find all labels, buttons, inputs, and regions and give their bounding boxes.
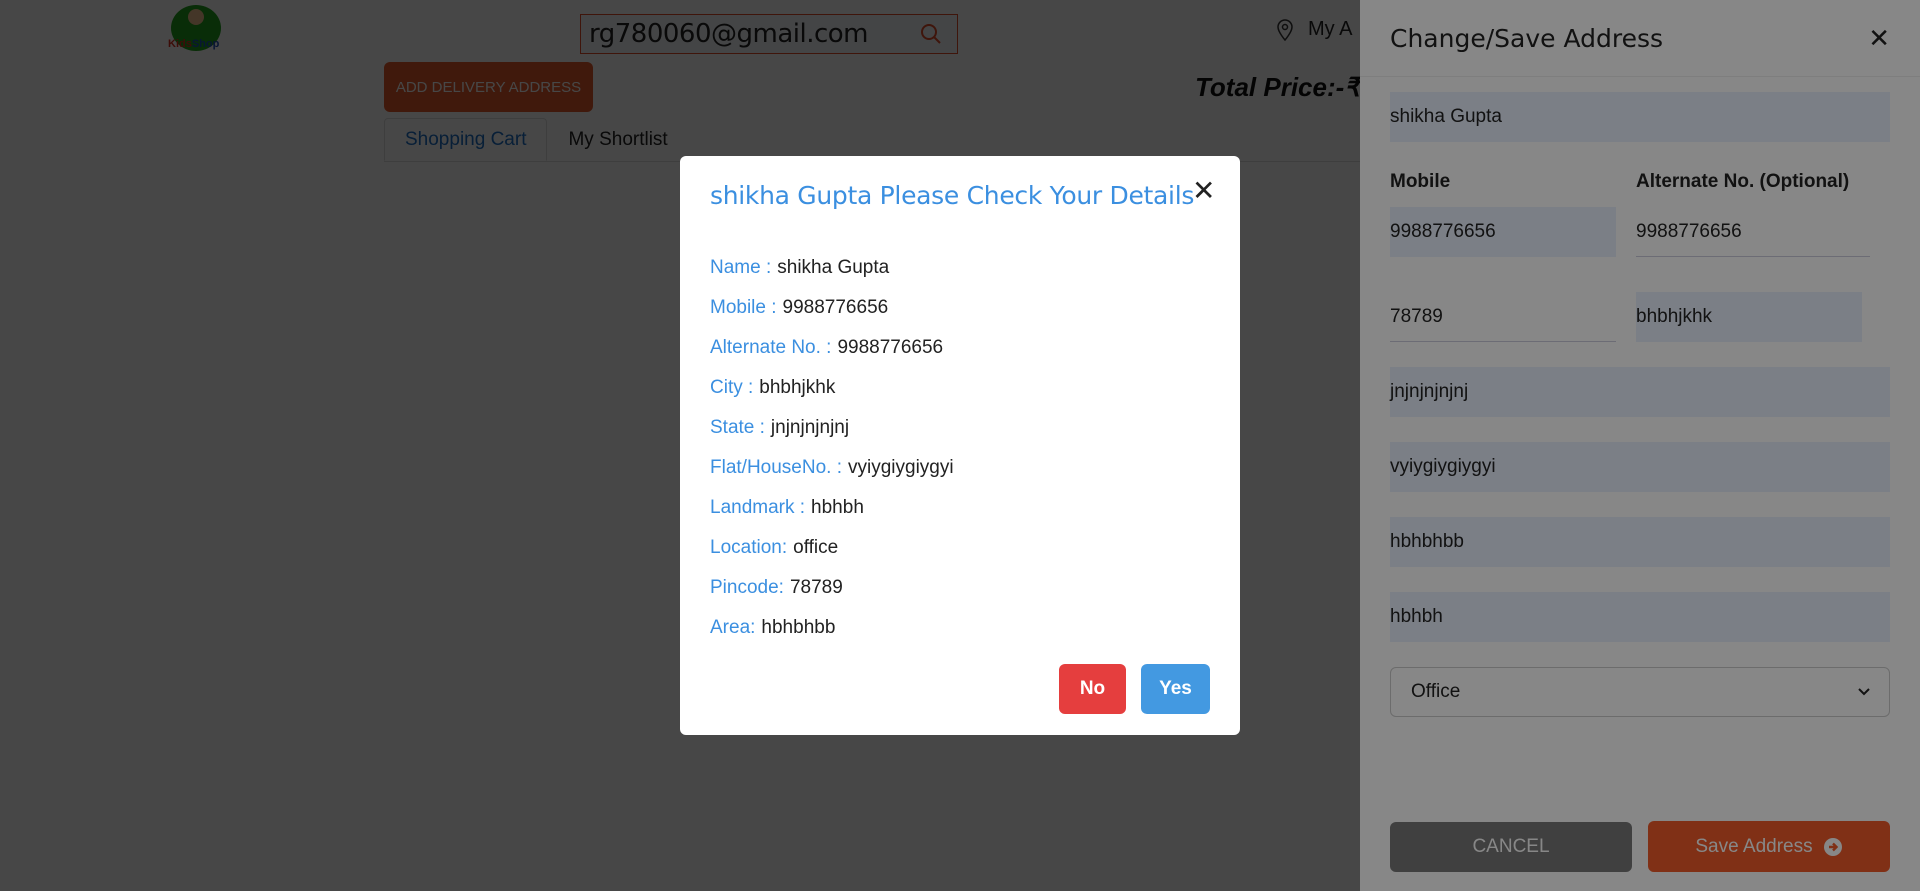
detail-value: 9988776656 <box>837 337 944 358</box>
detail-key: Mobile : <box>710 297 777 318</box>
detail-row-location: Location: office <box>710 528 954 568</box>
detail-value: hbhbhbb <box>761 617 836 638</box>
detail-value: 78789 <box>789 577 843 598</box>
detail-key: State : <box>710 417 765 438</box>
drawer-dim-overlay <box>1360 0 1920 891</box>
yes-button[interactable]: Yes <box>1141 664 1210 714</box>
detail-key: Location: <box>710 537 788 558</box>
detail-row-pincode: Pincode: 78789 <box>710 568 954 608</box>
detail-value: office <box>793 537 839 558</box>
detail-row-mobile: Mobile :9988776656 <box>710 288 954 328</box>
details-list: Name : shikha Gupta Mobile :9988776656 Al… <box>710 248 954 648</box>
modal-title: shikha Gupta Please Check Your Details <box>710 181 1195 210</box>
detail-row-area: Area: hbhbhbb <box>710 608 954 648</box>
modal-close-icon[interactable]: ✕ <box>1192 174 1215 207</box>
detail-value: bhbhjkhk <box>759 377 836 398</box>
detail-key: Area: <box>710 617 756 638</box>
detail-key: Landmark : <box>710 497 806 518</box>
detail-value: jnjnjnjnjnj <box>770 417 850 438</box>
detail-value: vyiygiygiygyi <box>848 457 954 478</box>
detail-row-city: City : bhbhjkhk <box>710 368 954 408</box>
detail-value: shikha Gupta <box>777 257 890 278</box>
detail-value: hbhbh <box>811 497 864 518</box>
detail-key: Pincode: <box>710 577 784 598</box>
confirm-details-modal: shikha Gupta Please Check Your Details ✕… <box>680 156 1240 735</box>
detail-value: 9988776656 <box>782 297 889 318</box>
detail-row-state: State : jnjnjnjnjnj <box>710 408 954 448</box>
detail-key: Alternate No. : <box>710 337 832 358</box>
detail-key: Name : <box>710 257 772 278</box>
detail-key: City : <box>710 377 754 398</box>
detail-row-flat: Flat/HouseNo. : vyiygiygiygyi <box>710 448 954 488</box>
detail-key: Flat/HouseNo. : <box>710 457 842 478</box>
detail-row-landmark: Landmark : hbhbh <box>710 488 954 528</box>
detail-row-alternate: Alternate No. :9988776656 <box>710 328 954 368</box>
no-button[interactable]: No <box>1059 664 1126 714</box>
detail-row-name: Name : shikha Gupta <box>710 248 954 288</box>
